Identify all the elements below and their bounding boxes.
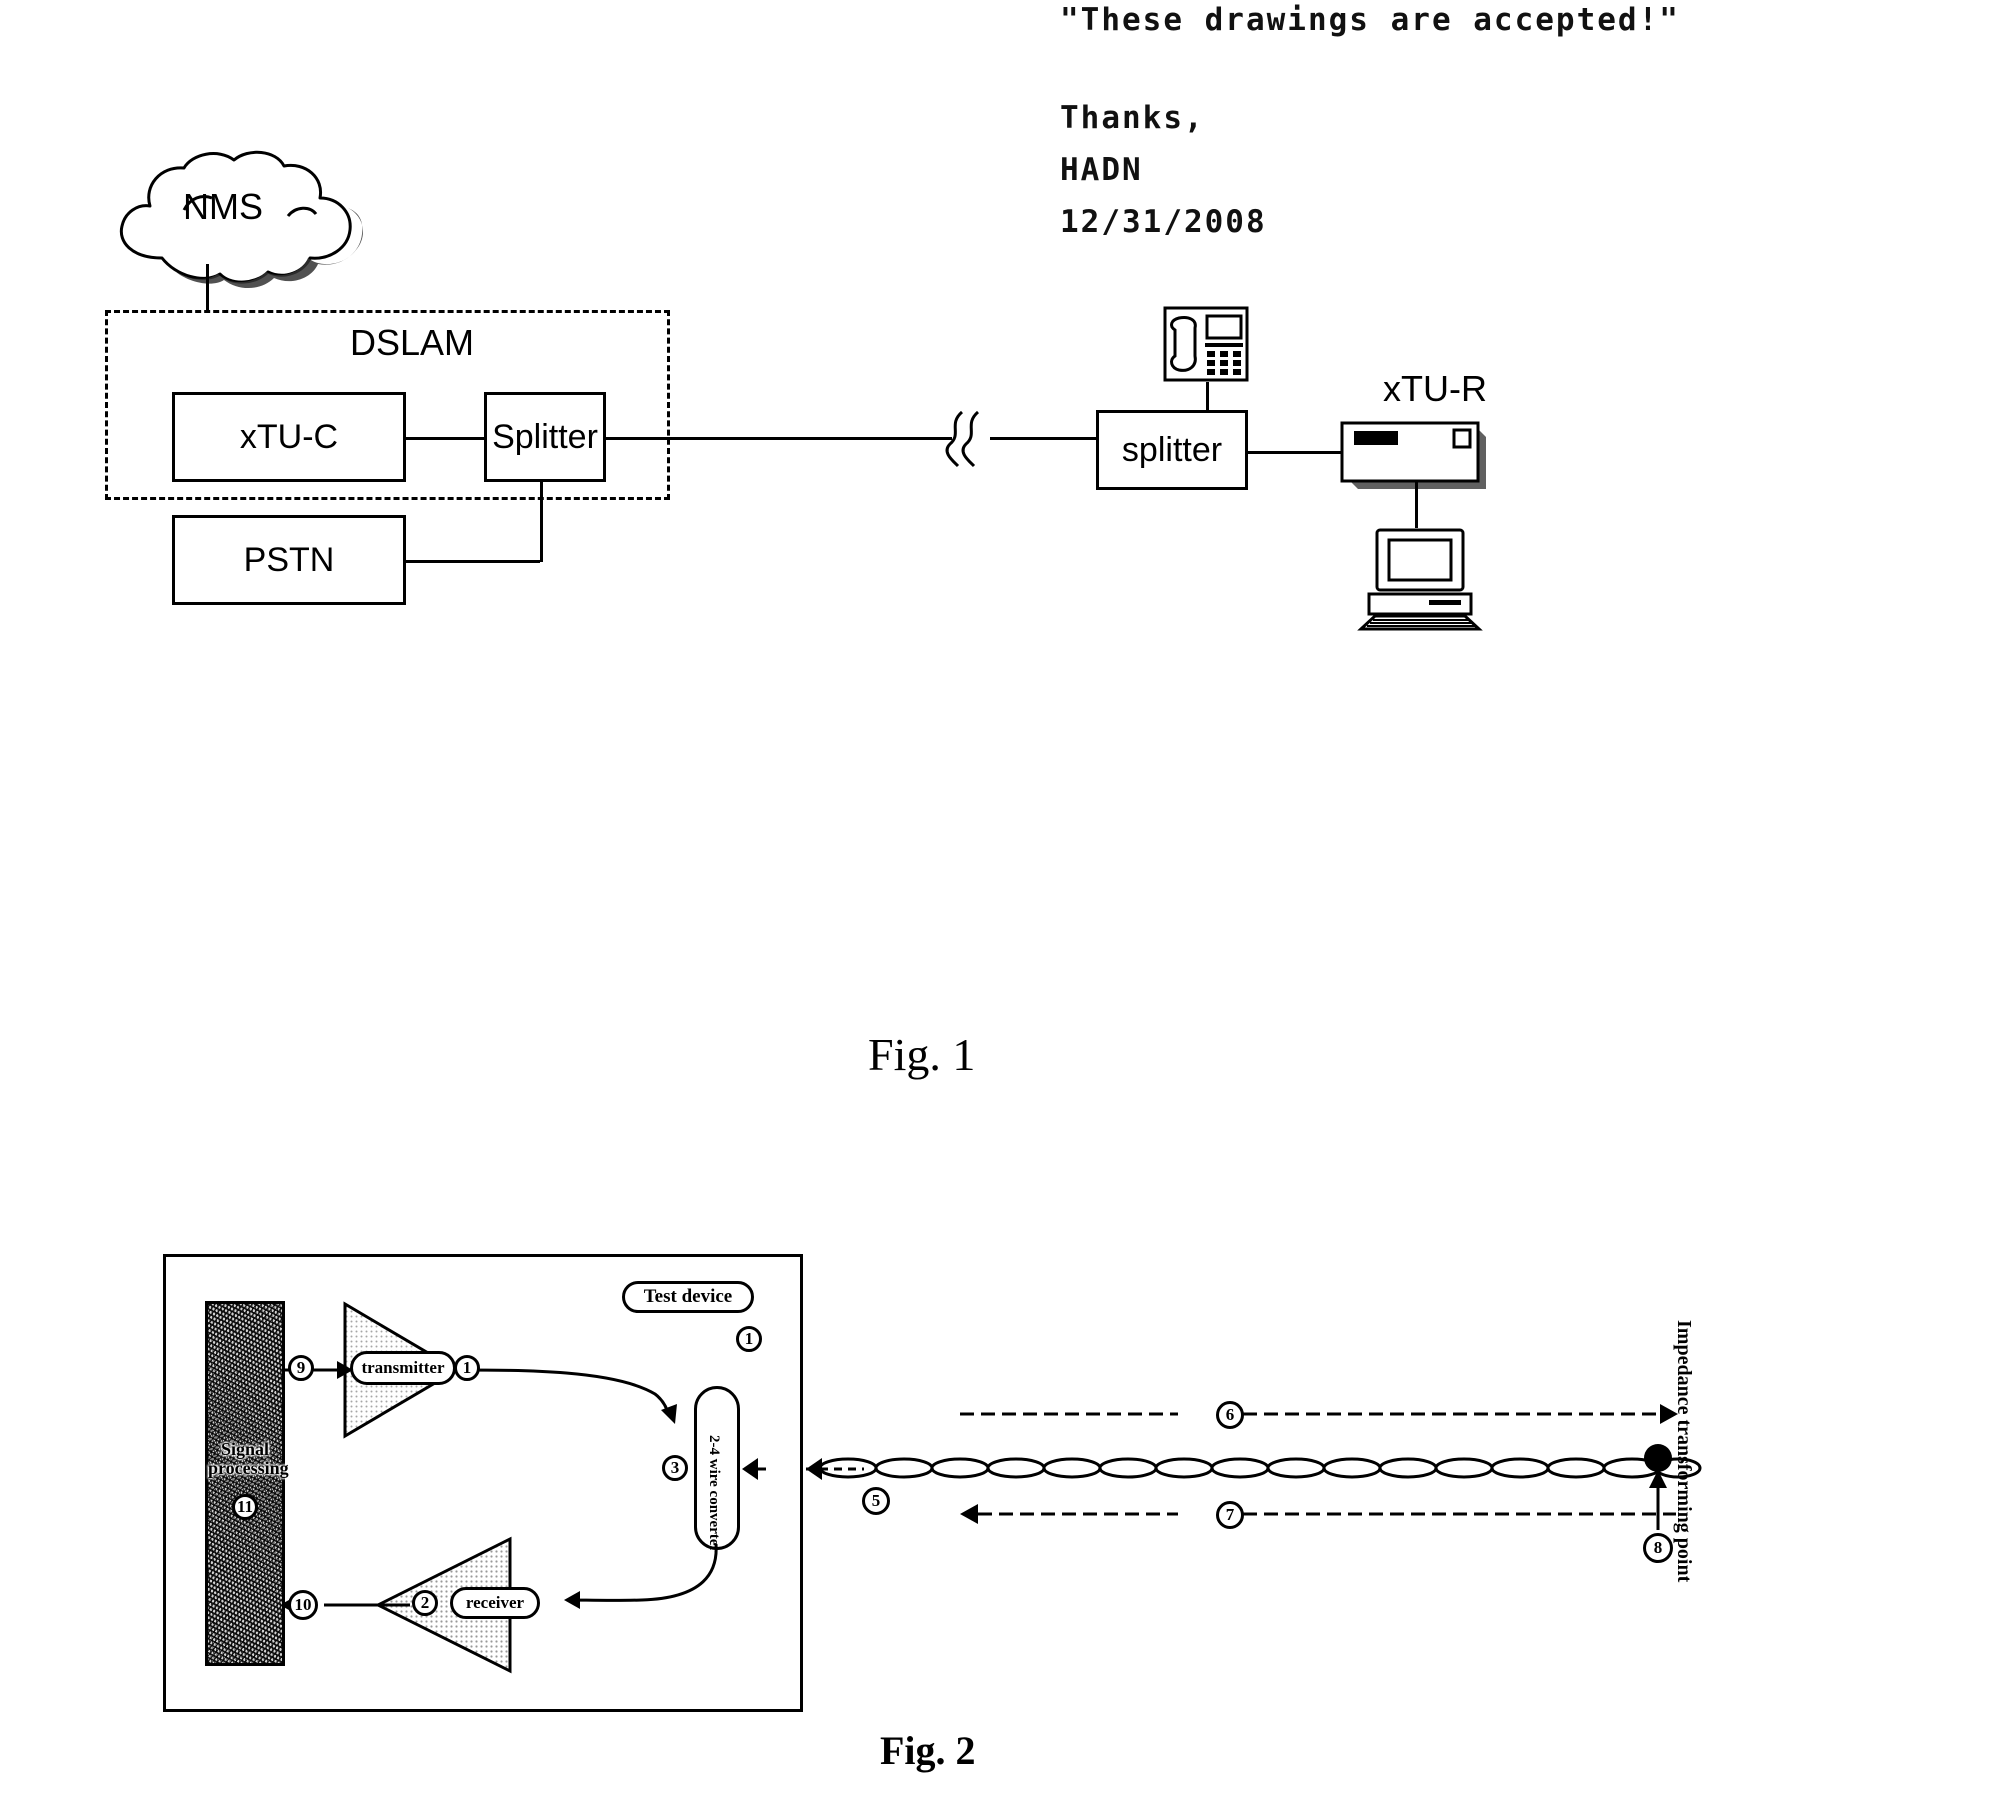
loop-line-right — [990, 437, 1096, 440]
pstn-box: PSTN — [172, 515, 406, 605]
twisted-pair-cable-icon — [818, 1457, 1702, 1479]
numeral-impedance-point: 8 — [1643, 1533, 1673, 1563]
splitter-co-label: Splitter — [492, 417, 598, 456]
telephone-icon — [1163, 306, 1249, 382]
loop-line-left — [606, 437, 952, 440]
phone-to-splitter-link — [1206, 382, 1209, 410]
sp-to-transmitter-link2 — [313, 1369, 331, 1371]
numeral-reflected-signal: 7 — [1216, 1501, 1244, 1529]
forward-signal-arrow — [960, 1404, 1678, 1424]
modem-to-pc-link — [1415, 481, 1418, 528]
transmitter-label: transmitter — [361, 1358, 445, 1377]
receiver-label: receiver — [465, 1593, 525, 1612]
test-device-pill: Test device — [622, 1281, 754, 1313]
pstn-to-splitter-h — [406, 560, 540, 563]
reflected-signal-arrow — [960, 1504, 1676, 1524]
annotation-signature-text: HADN — [1060, 152, 1143, 188]
numeral-near-end: 5 — [862, 1487, 890, 1515]
splitter-cpe-box: splitter — [1096, 410, 1248, 490]
nms-label: NMS — [183, 186, 263, 227]
impedance-transforming-point-label: Impedance transforming point — [1673, 1320, 1695, 1583]
numeral-signal-processing: 11 — [232, 1494, 258, 1520]
xtuc-to-splitter-link — [406, 437, 484, 440]
numeral-converter: 3 — [662, 1455, 688, 1481]
figure2-caption: Fig. 2 — [880, 1728, 976, 1773]
splitter-co-box: Splitter — [484, 392, 606, 482]
receiver-pill: receiver — [450, 1587, 540, 1619]
tx-to-converter-path — [454, 1368, 677, 1424]
desktop-computer-icon — [1357, 528, 1483, 631]
nms-to-dslam-link — [206, 264, 209, 312]
xtu-c-label: xTU-C — [239, 417, 339, 456]
numeral-forward-signal: 6 — [1216, 1401, 1244, 1429]
annotation-date-text: 12/31/2008 — [1060, 204, 1267, 240]
xtu-r-label: xTU-R — [1383, 368, 1487, 409]
splitter-to-xtur-link — [1248, 451, 1343, 454]
converter-label: 2-4 wire converter — [706, 1435, 722, 1553]
converter-to-rx-path — [564, 1543, 718, 1609]
numeral-transmitter: 1 — [454, 1355, 480, 1381]
splitter-cpe-label: splitter — [1121, 430, 1223, 469]
transmitter-pill: transmitter — [350, 1351, 456, 1385]
test-device-label: Test device — [643, 1286, 733, 1307]
numeral-test-device: 1 — [736, 1326, 762, 1352]
numeral-tx-input: 9 — [288, 1355, 314, 1381]
pstn-to-splitter-v — [540, 482, 543, 562]
pstn-label: PSTN — [243, 540, 335, 579]
figure1-caption: Fig. 1 — [868, 1029, 976, 1080]
signal-processing-block — [205, 1301, 285, 1666]
patent-drawing-page: "These drawings are accepted!" Thanks, H… — [0, 0, 1995, 1807]
numeral-receiver: 2 — [412, 1590, 438, 1616]
annotation-accepted-text: "These drawings are accepted!" — [1060, 2, 1680, 38]
annotation-thanks-text: Thanks, — [1060, 100, 1205, 136]
numeral-rx-output: 10 — [288, 1590, 318, 1620]
signal-processing-label: Signal processing — [208, 1439, 289, 1478]
xtu-c-box: xTU-C — [172, 392, 406, 482]
dslam-label: DSLAM — [350, 322, 475, 363]
